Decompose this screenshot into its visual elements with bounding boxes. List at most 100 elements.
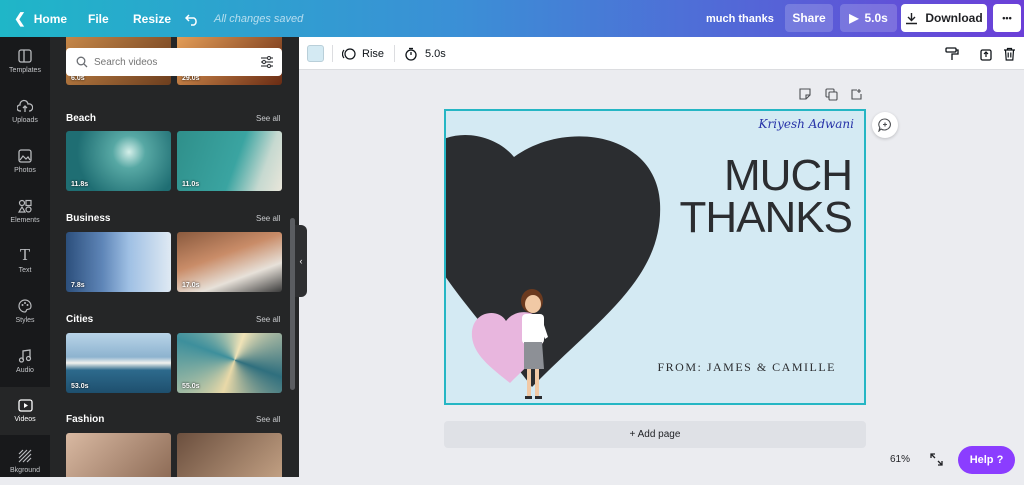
rail-label: Elements [10,216,40,224]
rail-label: Photos [14,166,36,174]
filter-icon[interactable] [260,56,274,68]
rail-label: Templates [9,66,41,74]
text-icon: T [19,246,30,264]
search-icon [76,56,88,68]
download-label: Download [925,11,983,25]
video-thumbnail[interactable]: 7.8s [66,232,171,292]
chevron-left-icon: ‹ [299,256,303,266]
resize-menu[interactable]: Resize [133,0,171,37]
rail-templates[interactable]: Templates [0,37,50,85]
video-duration: 11.8s [71,181,89,188]
position-button[interactable] [979,37,993,70]
rail-label: Uploads [12,116,38,124]
search-bar[interactable] [66,48,282,76]
duplicate-icon [825,88,838,101]
video-thumbnail[interactable]: 11.0s [177,131,282,191]
rail-label: Videos [14,416,36,423]
save-status: All changes saved [214,12,304,25]
copy-style-button[interactable] [945,37,959,70]
rail-label: Styles [15,316,35,324]
delete-button[interactable] [1003,37,1016,70]
woman-character-illustration [521,289,548,399]
editor-toolbar: Rise 5.0s [299,37,1024,70]
rail-elements[interactable]: Elements [0,187,50,235]
zoom-level[interactable]: 61% [890,454,910,465]
undo-button[interactable] [185,0,199,37]
color-picker-button[interactable] [307,37,324,70]
timing-button[interactable]: 5.0s [404,37,446,70]
timing-label: 5.0s [425,47,446,60]
design-canvas[interactable]: Kriyesh Adwani MUCH THANKS FROM: JAMES &… [444,109,866,405]
play-duration: 5.0s [864,11,888,25]
video-thumbnail[interactable]: 11.8s [66,131,171,191]
elements-icon [18,199,32,213]
document-title[interactable]: much thanks [706,0,774,37]
see-all-cities[interactable]: See all [256,315,280,324]
see-all-fashion[interactable]: See all [256,415,280,424]
note-icon [799,88,811,100]
side-rail: Templates Uploads Photos Elements T Text… [0,37,50,477]
fullscreen-button[interactable] [930,453,943,471]
see-all-beach[interactable]: See all [256,114,280,123]
video-thumbnail[interactable] [177,433,282,477]
video-thumbnail[interactable] [66,433,171,477]
headline-text[interactable]: MUCH THANKS [680,151,853,240]
headline-line-1: MUCH [724,151,853,200]
stopwatch-icon [405,47,417,61]
color-swatch [307,45,324,62]
from-text[interactable]: FROM: JAMES & CAMILLE [657,360,836,375]
more-options-button[interactable]: ••• [993,4,1021,32]
rail-styles[interactable]: Styles [0,287,50,335]
rail-audio[interactable]: Audio [0,337,50,385]
add-note-button[interactable] [799,88,811,103]
animate-button[interactable]: Rise [342,37,384,70]
section-title-cities: Cities [66,314,94,325]
search-input[interactable] [94,56,254,68]
rail-label: Audio [16,366,34,374]
video-duration: 11.0s [182,181,200,188]
video-duration: 53.0s [71,383,89,390]
rail-background[interactable]: Bkground [0,437,50,485]
photo-icon [18,148,32,163]
video-duration: 6.0s [71,75,85,82]
video-thumbnail[interactable]: 17.0s [177,232,282,292]
video-icon [17,399,33,412]
videos-panel: 6.0s 29.0s Beach See all 11.8s 11.0s Bus… [50,37,299,477]
section-title-beach: Beach [66,113,97,124]
animation-label: Rise [362,47,385,60]
see-all-business[interactable]: See all [256,214,280,223]
signature-text[interactable]: Kriyesh Adwani [759,117,854,131]
file-menu[interactable]: File [88,0,109,37]
collapse-panel-button[interactable]: ‹ [295,225,307,297]
play-icon: ▶ [849,11,859,25]
video-duration: 7.8s [71,282,85,289]
share-button[interactable]: Share [785,4,833,32]
home-link[interactable]: ❮ Home [14,0,67,37]
add-new-page-button[interactable] [850,88,863,104]
video-duration: 17.0s [182,282,200,289]
background-icon [18,449,32,462]
toolbar-divider [332,45,333,62]
top-bar: ❮ Home File Resize All changes saved muc… [0,0,1024,37]
animation-icon [342,47,356,60]
undo-icon [185,13,197,26]
video-thumbnail[interactable]: 53.0s [66,333,171,393]
video-thumbnail[interactable]: 55.0s [177,333,282,393]
music-icon [18,348,32,363]
download-button[interactable]: Download [901,4,987,32]
palette-icon [18,298,32,313]
video-duration: 55.0s [182,383,200,390]
upload-icon [17,99,33,112]
add-page-icon [851,89,862,100]
add-comment-button[interactable] [872,112,898,138]
rail-uploads[interactable]: Uploads [0,87,50,135]
help-button[interactable]: Help ? [958,446,1015,474]
duplicate-page-button[interactable] [825,88,838,104]
comment-plus-icon [878,118,891,132]
rail-photos[interactable]: Photos [0,137,50,185]
add-page-button[interactable]: + Add page [444,421,866,448]
rail-text[interactable]: T Text [0,237,50,285]
video-duration: 29.0s [182,75,200,82]
rail-videos[interactable]: Videos [0,387,50,435]
play-button[interactable]: ▶ 5.0s [840,4,897,32]
